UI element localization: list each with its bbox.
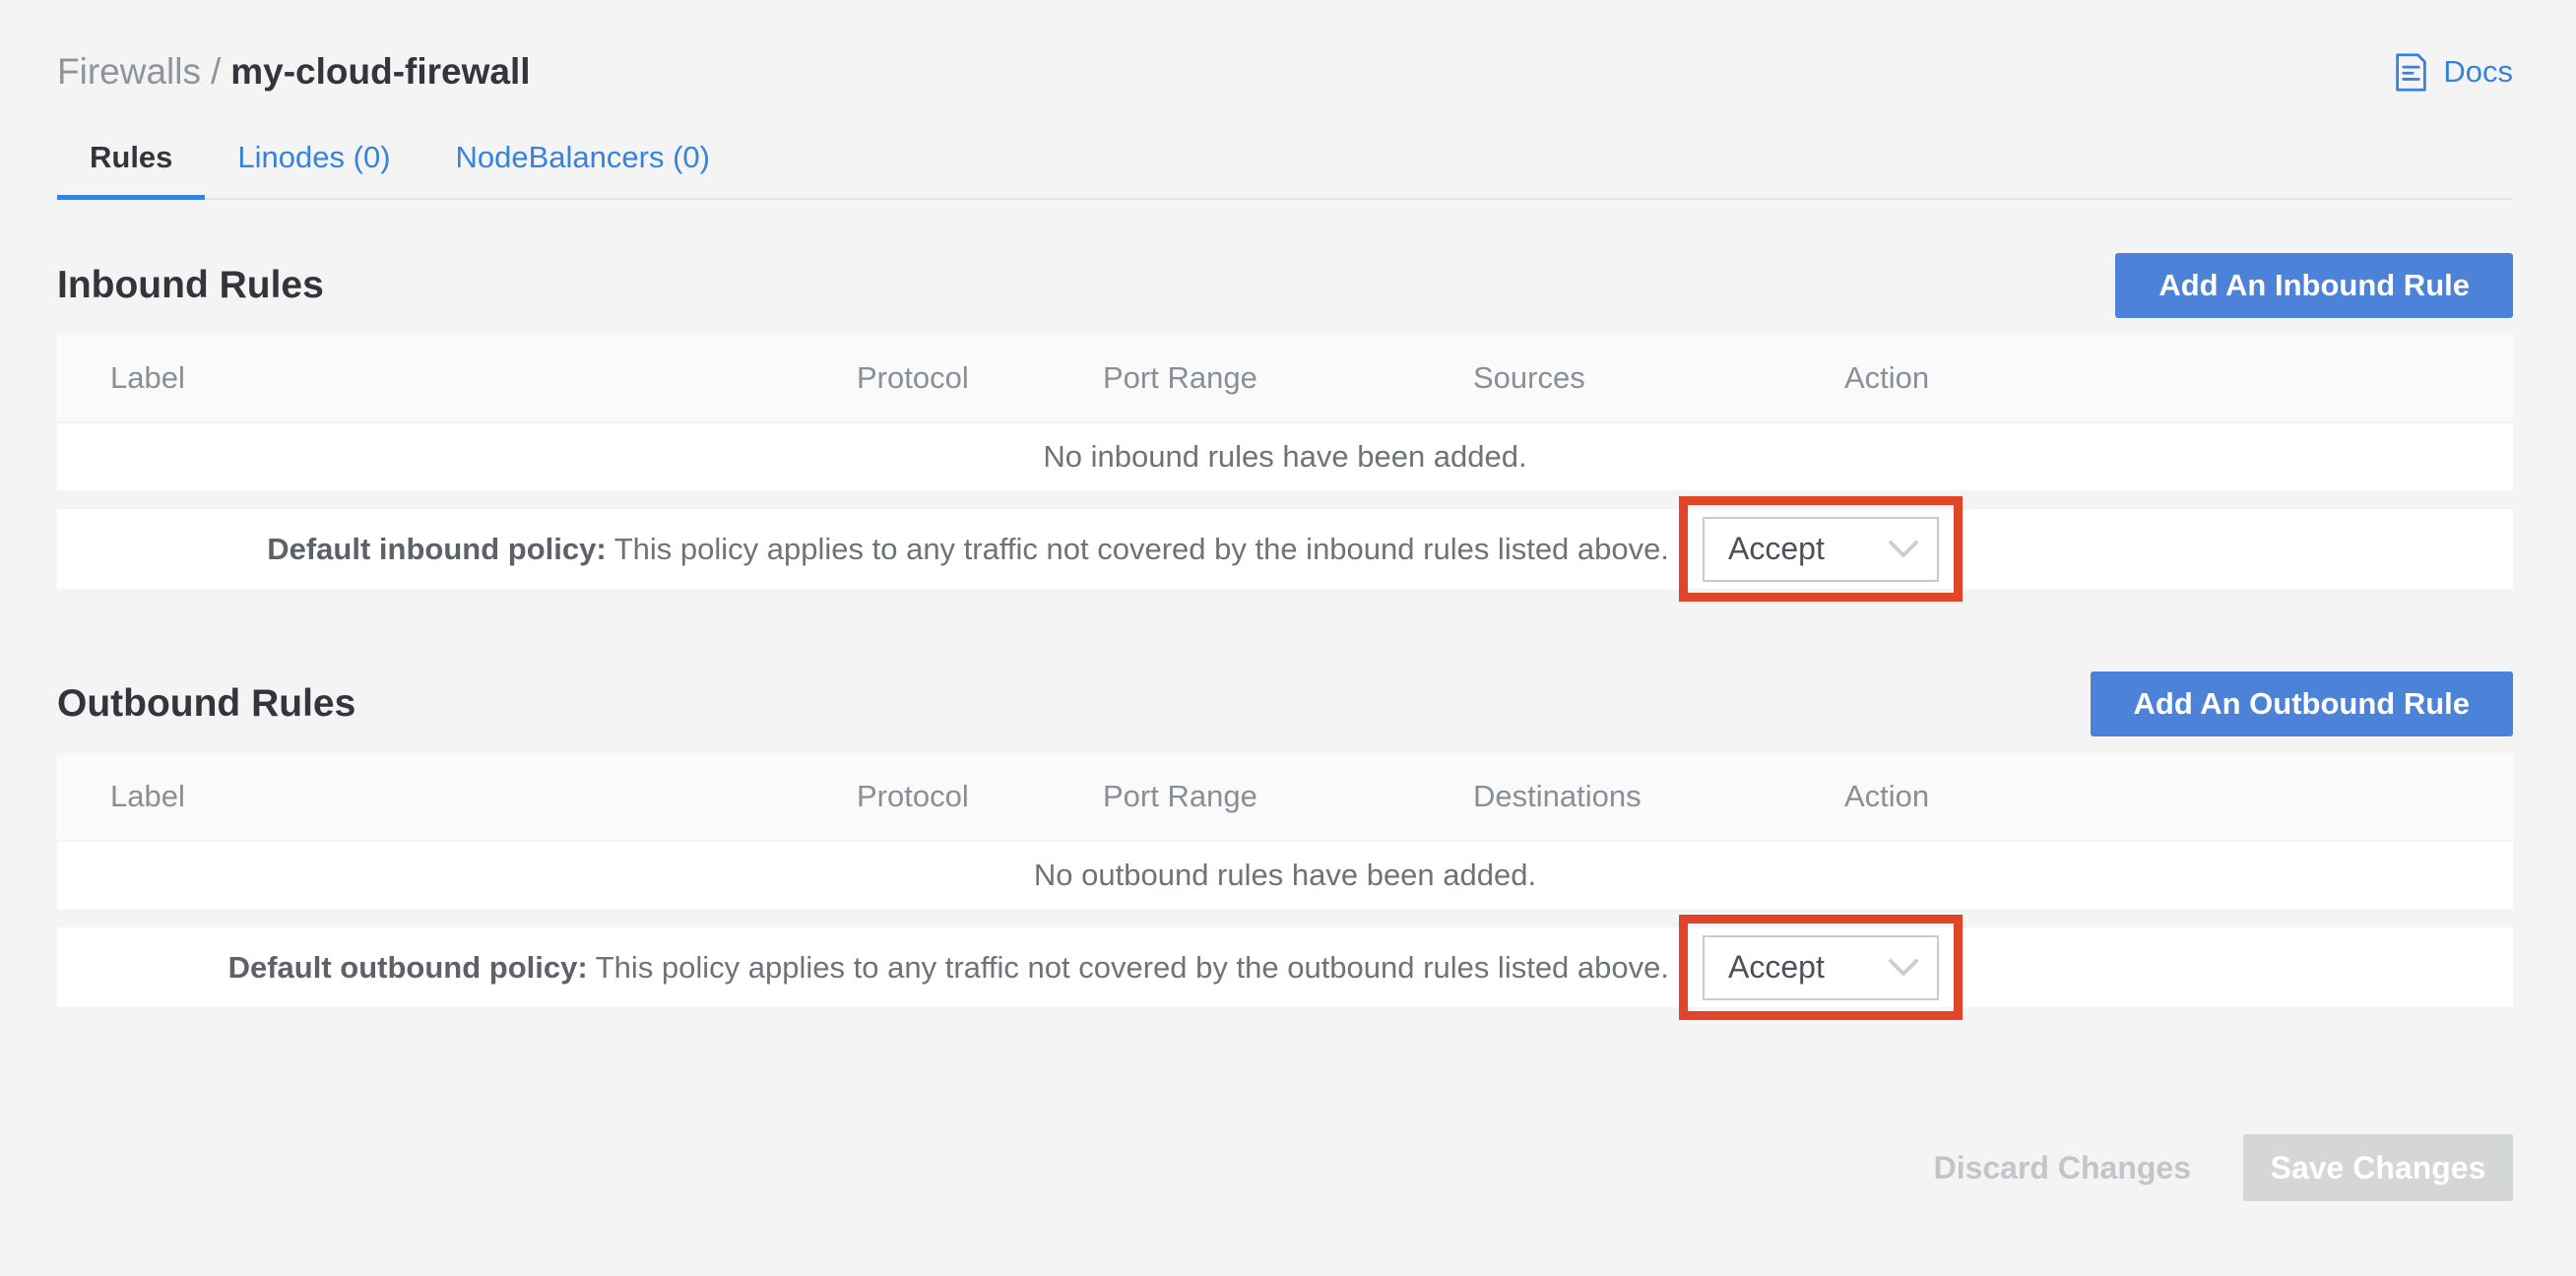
inbound-empty-row: No inbound rules have been added.	[57, 423, 2513, 490]
tab-linodes[interactable]: Linodes (0)	[205, 140, 422, 198]
tab-rules-label: Rules	[90, 140, 172, 175]
outbound-column-label: Label	[57, 779, 857, 814]
add-outbound-rule-button[interactable]: Add An Outbound Rule	[2091, 671, 2514, 736]
inbound-column-protocol: Protocol	[857, 360, 1103, 396]
document-icon	[2393, 52, 2429, 93]
inbound-policy-row: Default inbound policy: This policy appl…	[57, 509, 2513, 589]
inbound-column-label: Label	[57, 360, 857, 396]
outbound-rules-table: Label Protocol Port Range Destinations A…	[57, 753, 2513, 1007]
outbound-empty-message: No outbound rules have been added.	[1034, 858, 1536, 893]
inbound-table-header-row: Label Protocol Port Range Sources Action	[57, 335, 2513, 423]
tab-linodes-label: Linodes (0)	[237, 140, 390, 175]
chevron-down-icon	[1888, 958, 1919, 978]
tab-nodebalancers-label: NodeBalancers (0)	[456, 140, 710, 175]
inbound-empty-message: No inbound rules have been added.	[1043, 439, 1526, 475]
breadcrumb: Firewalls/my-cloud-firewall	[57, 49, 531, 95]
tab-bar: Rules Linodes (0) NodeBalancers (0)	[57, 140, 2513, 200]
outbound-policy-description: This policy applies to any traffic not c…	[596, 950, 1669, 985]
docs-link[interactable]: Docs	[2393, 52, 2513, 93]
outbound-policy-row: Default outbound policy: This policy app…	[57, 927, 2513, 1007]
save-changes-button[interactable]: Save Changes	[2243, 1134, 2513, 1201]
annotation-highlight-outbound-policy: Accept	[1679, 915, 1963, 1020]
outbound-policy-selected-value: Accept	[1728, 949, 1825, 986]
outbound-rules-title: Outbound Rules	[57, 682, 355, 726]
docs-link-label: Docs	[2443, 54, 2513, 90]
inbound-policy-select[interactable]: Accept	[1703, 517, 1939, 582]
outbound-policy-text: Default outbound policy: This policy app…	[228, 950, 1669, 986]
outbound-policy-select[interactable]: Accept	[1703, 935, 1939, 1000]
outbound-column-action: Action	[1844, 779, 2513, 814]
tab-rules[interactable]: Rules	[57, 140, 205, 198]
inbound-policy-label: Default inbound policy:	[267, 532, 606, 566]
outbound-column-protocol: Protocol	[857, 779, 1103, 814]
inbound-rules-title: Inbound Rules	[57, 264, 324, 307]
breadcrumb-parent[interactable]: Firewalls	[57, 51, 201, 92]
chevron-down-icon	[1888, 540, 1919, 559]
outbound-table-header-row: Label Protocol Port Range Destinations A…	[57, 753, 2513, 842]
outbound-policy-label: Default outbound policy:	[228, 950, 588, 985]
outbound-section-header: Outbound Rules Add An Outbound Rule	[57, 671, 2513, 736]
annotation-highlight-inbound-policy: Accept	[1679, 496, 1963, 602]
top-bar: Firewalls/my-cloud-firewall Docs	[57, 0, 2513, 95]
inbound-section-header: Inbound Rules Add An Inbound Rule	[57, 253, 2513, 318]
outbound-column-destinations: Destinations	[1473, 779, 1844, 814]
tab-nodebalancers[interactable]: NodeBalancers (0)	[423, 140, 742, 198]
inbound-policy-text: Default inbound policy: This policy appl…	[267, 532, 1669, 567]
inbound-rules-table: Label Protocol Port Range Sources Action…	[57, 335, 2513, 589]
outbound-column-port-range: Port Range	[1103, 779, 1473, 814]
inbound-column-port-range: Port Range	[1103, 360, 1473, 396]
inbound-policy-selected-value: Accept	[1728, 531, 1825, 567]
inbound-policy-description: This policy applies to any traffic not c…	[614, 532, 1669, 566]
discard-changes-button[interactable]: Discard Changes	[1934, 1150, 2191, 1186]
inbound-column-sources: Sources	[1473, 360, 1844, 396]
breadcrumb-separator: /	[211, 51, 221, 92]
outbound-empty-row: No outbound rules have been added.	[57, 842, 2513, 909]
inbound-column-action: Action	[1844, 360, 2513, 396]
add-inbound-rule-button[interactable]: Add An Inbound Rule	[2115, 253, 2513, 318]
breadcrumb-current: my-cloud-firewall	[230, 51, 530, 92]
form-actions: Discard Changes Save Changes	[57, 1134, 2513, 1201]
page-content: Firewalls/my-cloud-firewall Docs Rules L…	[57, 0, 2513, 1201]
